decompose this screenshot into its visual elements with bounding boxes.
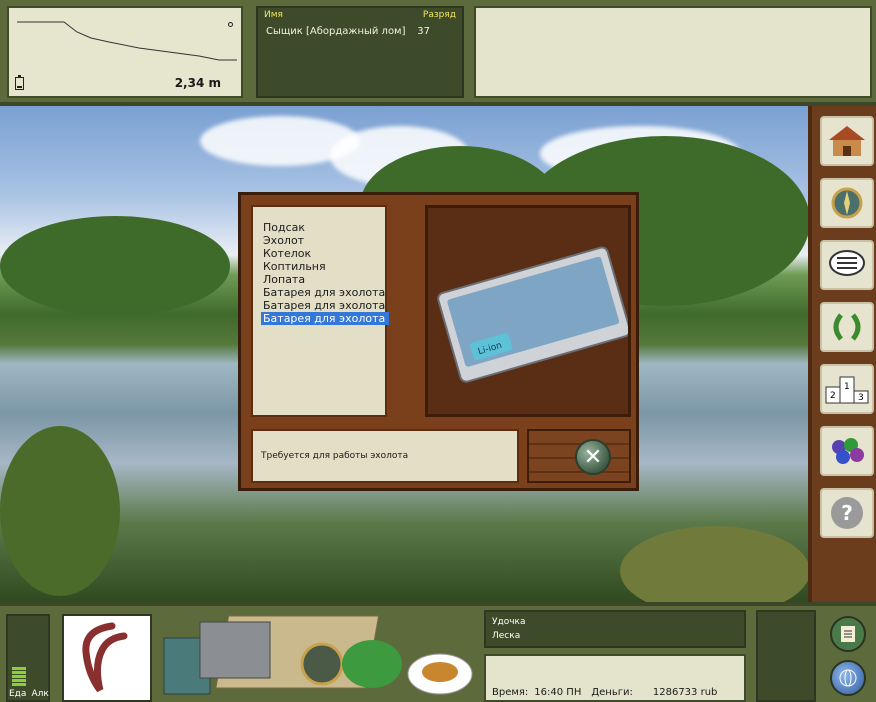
worm-icon [82,622,128,693]
stats-panel: Еда Алк [6,614,50,702]
player-rank: 37 [417,26,430,37]
player-row[interactable]: Сыщик [Абордажный лом] 37 [258,22,462,37]
alc-label: Алк [31,689,49,699]
button-area: ✕ [527,429,631,483]
item-description: Требуется для работы эхолота [251,429,519,483]
time-label: Время: [492,687,529,698]
money-label: Деньги: [591,687,633,698]
bottom-right-panel [756,610,816,702]
help-button[interactable]: ? [820,488,874,538]
podium-second: 2 [830,391,836,401]
inventory-items-icon[interactable] [160,608,480,702]
house-icon [829,126,865,156]
item-image-pane: Li-ion [425,205,631,417]
food-bar [12,666,26,686]
close-button[interactable]: ✕ [575,439,611,475]
list-item[interactable]: Эхолот [263,234,375,247]
depth-value: 2,34 m [174,76,221,90]
player-name: Сыщик [Абордажный лом] [266,26,406,37]
close-icon: ✕ [583,444,603,470]
battery-icon [15,75,24,90]
depth-profile-panel: 2,34 m [7,6,243,98]
list-item[interactable]: Коптильня [263,260,375,273]
money-value: 1286733 rub [652,687,718,698]
podium-first: 1 [844,382,850,392]
top-bar: 2,34 m Имя Разряд Сыщик [Абордажный лом]… [0,0,876,106]
list-item[interactable]: Подсак [263,221,375,234]
list-icon [841,626,855,642]
header-rank: Разряд [422,10,456,20]
menu-button[interactable] [830,616,866,652]
status-panel: Время: 16:40 ПН Деньги: 1286733 rub [484,654,746,702]
grapes-icon [832,438,864,464]
globe-icon [839,669,857,687]
achievements-button[interactable] [820,302,874,352]
header-name: Имя [264,10,283,20]
time-value: 16:40 ПН [534,687,582,698]
house-button[interactable] [820,116,874,166]
laurel-icon [833,313,861,341]
chat-icon [829,250,865,276]
globe-button[interactable] [830,660,866,696]
players-panel: Имя Разряд Сыщик [Абордажный лом] 37 [256,6,464,98]
battery-image: Li-ion [437,246,631,383]
list-item-selected[interactable]: Батарея для эхолота [261,312,389,325]
position-marker [228,22,233,27]
clans-button[interactable] [820,426,874,476]
inventory-dialog: Подсак Эхолот Котелок Коптильня Лопата Б… [238,192,639,491]
list-item[interactable]: Батарея для эхолота [263,299,385,312]
help-icon: ? [831,497,863,529]
chat-button[interactable] [820,240,874,290]
rod-label: Удочка [492,617,526,627]
rating-button[interactable]: 12 3 [820,364,874,414]
line-label: Леска [492,631,521,641]
podium-third: 3 [858,393,864,403]
eat-label: Еда [9,689,27,699]
rod-panel: Удочка Леска [484,610,746,648]
list-item[interactable]: Котелок [263,247,375,260]
compass-icon [831,187,863,219]
info-panel [474,6,872,98]
item-list: Подсак Эхолот Котелок Коптильня Лопата Б… [251,205,389,417]
bait-panel[interactable] [62,614,152,702]
compass-button[interactable] [820,178,874,228]
bottom-bar: Еда Алк Удочка Леска Время: 16:40 ПН Ден… [0,602,876,702]
right-sidebar: 12 3 ? [808,106,876,602]
podium-icon: 12 3 [825,376,869,404]
list-item[interactable]: Батарея для эхолота [263,286,385,299]
list-item[interactable]: Лопата [263,273,375,286]
